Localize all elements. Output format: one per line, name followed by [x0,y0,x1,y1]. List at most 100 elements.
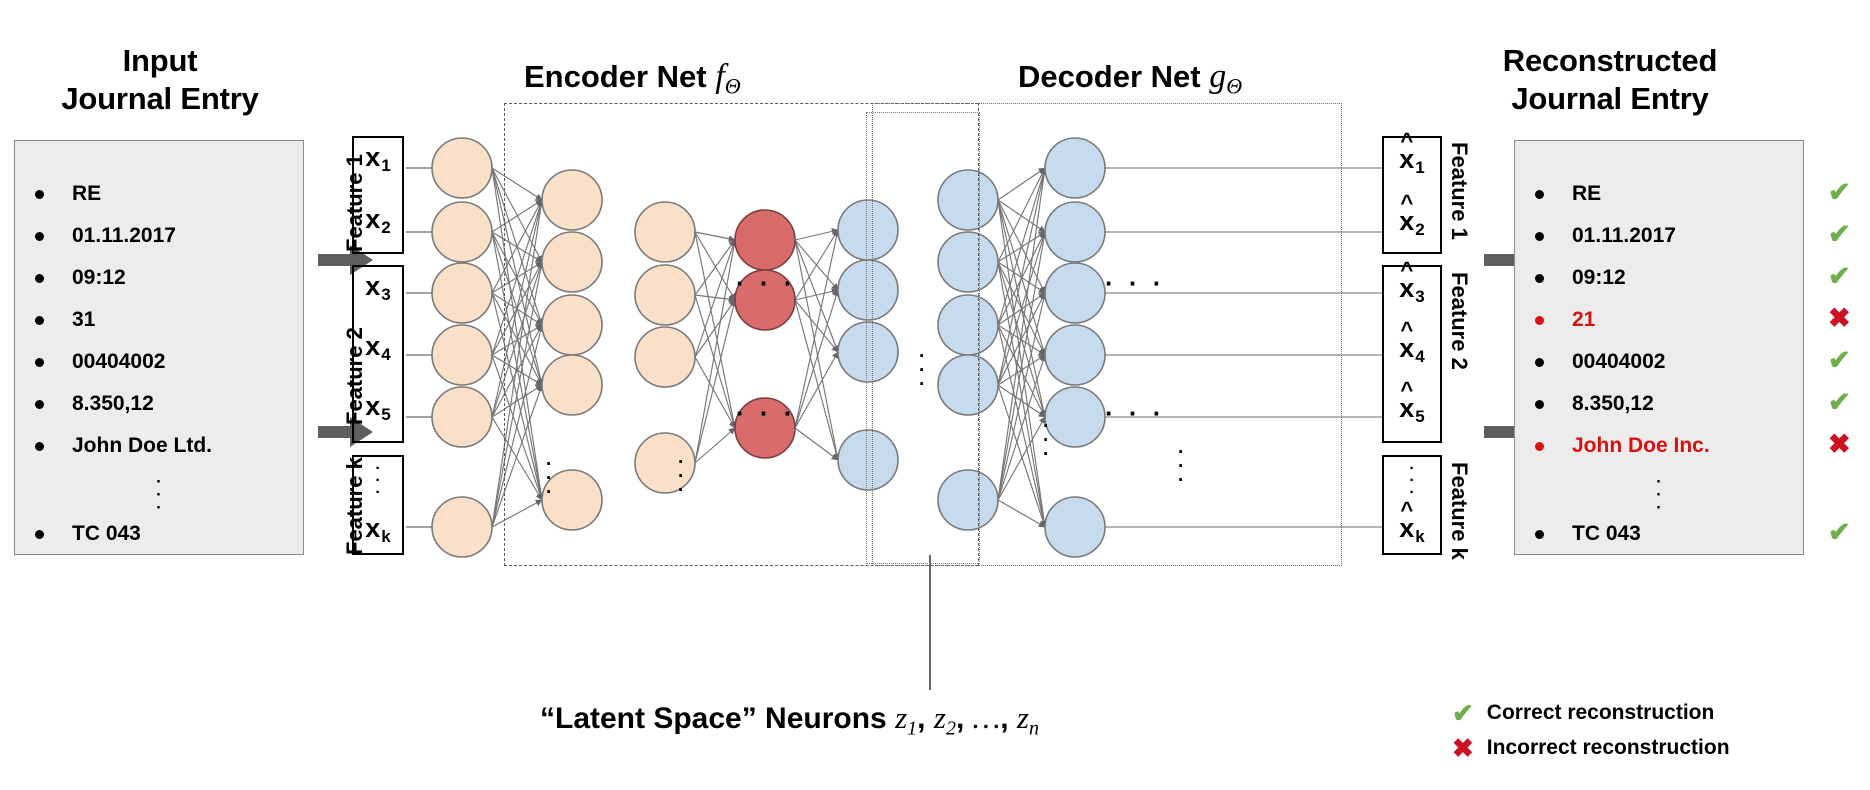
bullet-icon [35,399,44,409]
encoder-hdots-1: · · · [736,268,797,298]
entry-text: 09:12 [1572,266,1626,289]
input-vector-feature-2: x3 x4 x5 [351,265,404,443]
bullet-icon [1535,357,1544,367]
input-vector-item-x5: x5 [365,391,391,425]
output-feature-label-2: Feature 2 [1447,272,1472,370]
check-icon: ✔ [1828,177,1851,207]
output-vector-item-x4: x4 [1384,333,1440,367]
output-journal-entry-box: RE 01.11.2017 09:12 21 00404002 8.350,12 John … [1514,140,1804,555]
input-journal-entry-box: RE 01.11.2017 09:12 31 00404002 8.350,12 John … [14,140,304,555]
bullet-icon [35,441,44,451]
output-feature-label-k: Feature k [1447,462,1472,560]
input-entry-list: RE 01.11.2017 09:12 31 00404002 8.350,12 John … [15,141,303,554]
bullet-icon [35,315,44,325]
entry-text: TC 043 [1572,522,1641,545]
entry-text: 8.350,12 [72,392,154,415]
output-vector-feature-1: x1 x2 [1381,136,1442,254]
neuron-encoder-layer-1 [431,496,493,558]
output-title: Reconstructed Journal Entry [1400,42,1820,118]
input-vector-item-x3: x3 [365,271,391,305]
bullet-icon [1535,441,1544,451]
entry-text: 09:12 [72,266,126,289]
entry-row: 09:12 [1535,265,1626,291]
neuron-encoder-layer-1 [431,262,493,324]
entry-row: 00404002 [1535,349,1665,375]
input-vector-item-x2: x2 [365,204,391,238]
decoder-hdots-2: · · · [1105,398,1166,428]
entry-row: John Doe Inc. [1535,433,1710,459]
caption-quoted: “Latent Space” Neurons [540,702,887,735]
bullet-icon [35,231,44,241]
bullet-icon [35,189,44,199]
entry-row: 09:12 [35,265,126,291]
entry-row: John Doe Ltd. [35,433,212,459]
input-vector-item-x1: x1 [365,142,391,176]
output-vector-dots: · · · [1409,460,1415,501]
cross-icon: ✖ [1828,303,1851,333]
encoder-hdots-2: · · · [736,398,797,428]
decoder-layer1-vdots: · · · [1043,416,1050,465]
legend-incorrect-label: Incorrect reconstruction [1486,736,1730,759]
decoder-net-title: Decoder Net gΘ [1018,58,1243,99]
check-icon: ✔ [1828,261,1851,291]
entry-row: 8.350,12 [1535,391,1654,417]
check-icon: ✔ [1828,219,1851,249]
encoder-layer2-vdots: · · · [678,452,685,501]
entry-text: 31 [72,308,96,331]
entry-text: 01.11.2017 [1572,224,1676,247]
latent-space-boundary [866,112,980,564]
output-title-line2: Journal Entry [1511,81,1709,116]
bullet-icon [1535,231,1544,241]
output-vector-feature-2: x3 x4 x5 [1381,265,1442,443]
neuron-encoder-layer-1 [431,324,493,386]
legend-correct-label: Correct reconstruction [1486,701,1715,724]
output-title-line1: Reconstructed [1502,43,1718,78]
entry-row: 00404002 [35,349,165,375]
decoder-hdots-1: · · · [1105,268,1166,298]
output-vector-feature-k: ··· xk [1381,455,1442,555]
cross-icon: ✖ [1452,733,1474,763]
bullet-icon [1535,529,1544,539]
legend-correct: ✔ Correct reconstruction [1452,700,1714,726]
entry-text: TC 043 [72,522,141,545]
input-title-line2: Journal Entry [61,81,259,116]
bullet-icon [35,357,44,367]
output-entry-list: RE 01.11.2017 09:12 21 00404002 8.350,12 John … [1515,141,1803,554]
bullet-icon [1535,399,1544,409]
bullet-icon [35,273,44,283]
entry-text: 21 [1572,308,1596,331]
bullet-icon [1535,189,1544,199]
entry-text: 00404002 [72,350,166,373]
input-vector-feature-k: · · · xk [351,455,404,555]
entry-text: 8.350,12 [1572,392,1654,415]
encoder-layer1-vdots: · · · [546,454,553,503]
entry-row: 01.11.2017 [35,223,176,249]
entry-row: 21 [1535,307,1595,333]
latent-vdots: · · · [919,346,926,395]
check-icon: ✔ [1828,387,1851,417]
neuron-encoder-layer-1 [431,201,493,263]
entry-row: TC 043 [1535,521,1641,547]
output-vector-item-x5: x5 [1384,393,1440,427]
output-vector-item-xk: xk [1384,513,1440,547]
entry-ellipsis: · · · [156,472,162,517]
entry-text: 01.11.2017 [72,224,176,247]
latent-space-caption: “Latent Space” Neurons z1, z2, …, zn [540,700,1039,740]
decoder-layer3-vdots: · · · [1178,442,1185,491]
entry-row: 8.350,12 [35,391,154,417]
entry-row: TC 043 [35,521,141,547]
cross-icon: ✖ [1828,429,1851,459]
entry-text: RE [1572,182,1602,205]
entry-text: 00404002 [1572,350,1666,373]
neuron-encoder-layer-1 [431,137,493,199]
legend-incorrect: ✖ Incorrect reconstruction [1452,735,1730,761]
entry-ellipsis: · · · [1656,472,1662,517]
neuron-encoder-layer-1 [431,386,493,448]
bullet-icon [35,529,44,539]
entry-row: RE [35,181,101,207]
entry-row: 01.11.2017 [1535,223,1676,249]
entry-text: John Doe Inc. [1572,434,1710,457]
entry-row: RE [1535,181,1601,207]
input-vector-dots: · · · [375,460,381,501]
output-vector-item-x3: x3 [1384,273,1440,307]
